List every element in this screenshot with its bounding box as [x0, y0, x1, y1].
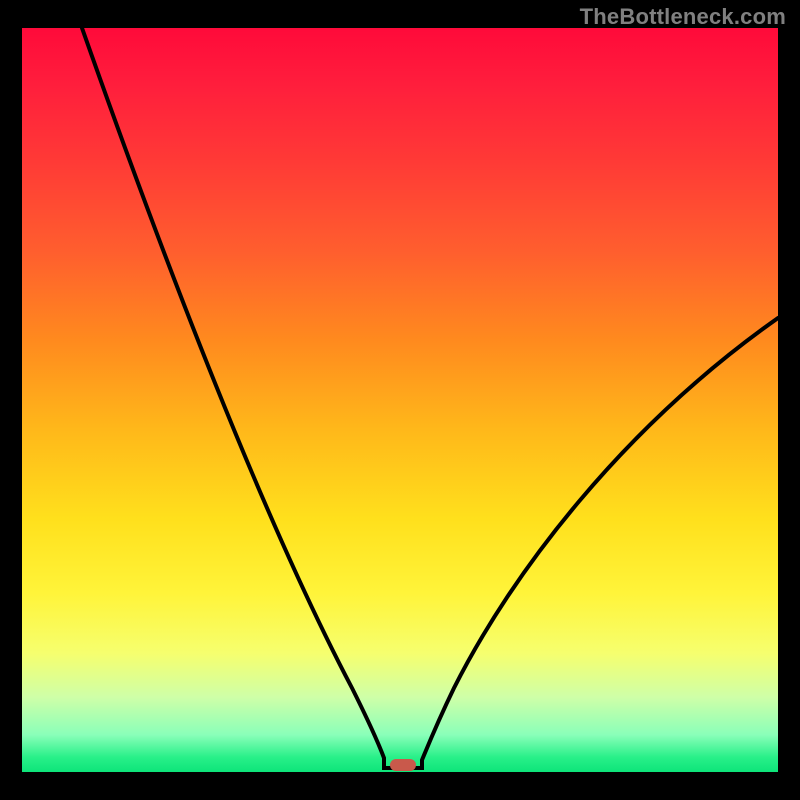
plot-area: [22, 28, 778, 772]
chart-frame: TheBottleneck.com: [0, 0, 800, 800]
attribution-text: TheBottleneck.com: [580, 4, 786, 30]
curve-path: [82, 28, 778, 768]
bottleneck-curve: [22, 28, 778, 772]
optimum-marker: [390, 759, 416, 771]
